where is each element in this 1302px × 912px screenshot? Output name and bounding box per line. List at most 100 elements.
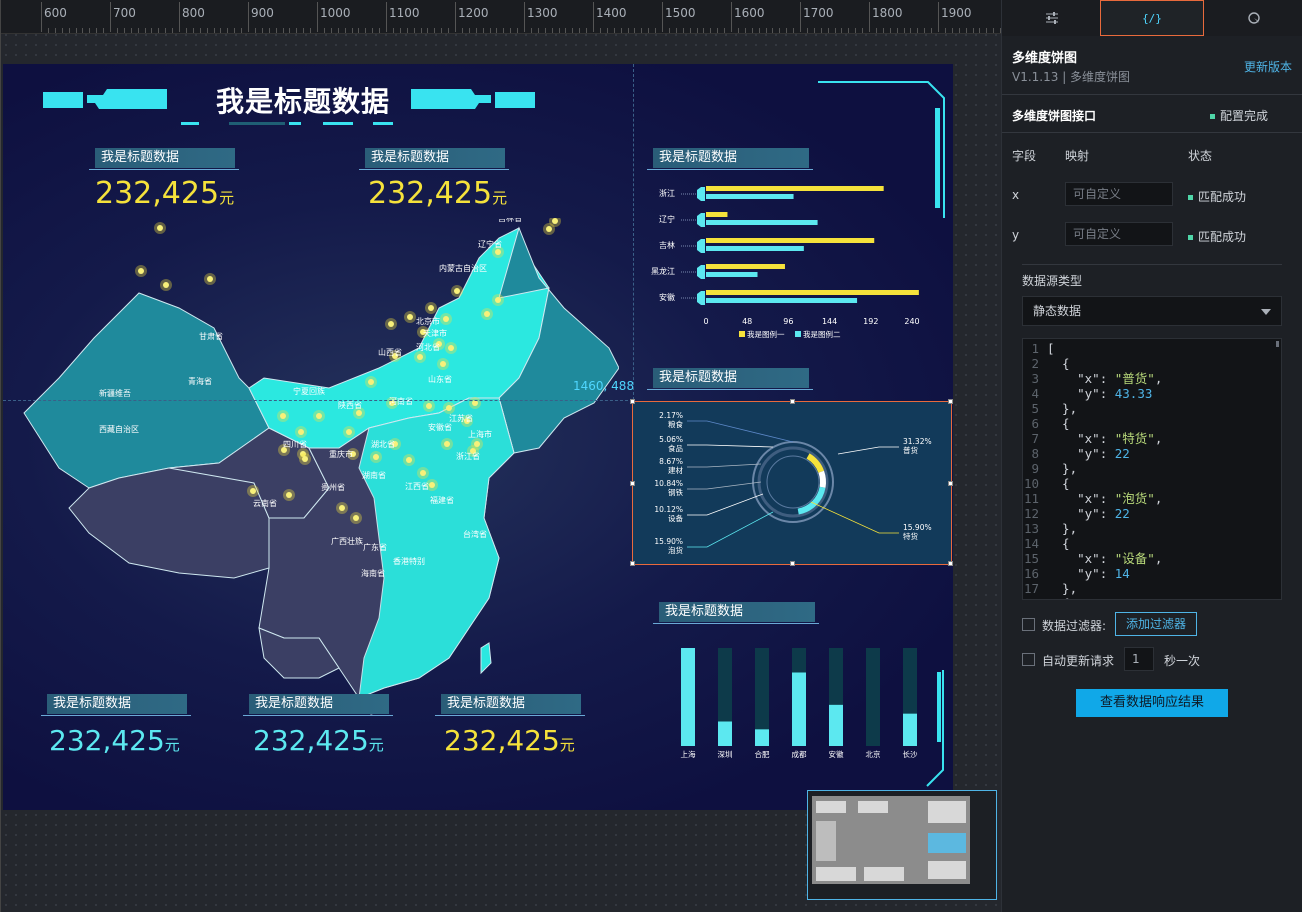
resize-handle-nw[interactable]	[630, 399, 635, 404]
auto-update-interval-input[interactable]: 1	[1124, 647, 1154, 671]
metric-unit: 元	[164, 736, 180, 754]
map-province-label: 山东省	[428, 374, 452, 384]
vertical-column-chart[interactable]: 上海 深圳 合肥 成都 安徽 北京 长沙	[663, 646, 933, 768]
ruler-minor-tick	[944, 28, 946, 33]
card-underline	[243, 715, 393, 716]
bar-category-marker	[697, 213, 705, 227]
map-province-label: 宁夏回族	[293, 386, 325, 396]
resize-handle-s[interactable]	[790, 561, 795, 566]
ruler-minor-tick	[565, 28, 567, 33]
map-province-label: 贵州省	[321, 482, 345, 492]
field-status-x: 匹配成功	[1188, 188, 1246, 205]
bar-series-2	[706, 272, 758, 277]
view-response-button[interactable]: 查看数据响应结果	[1076, 689, 1228, 717]
ruler-minor-tick	[475, 28, 477, 33]
source-type-value: 静态数据	[1033, 304, 1082, 318]
map-hotspot	[552, 218, 558, 224]
ruler-tick	[317, 2, 318, 32]
map-province-label: 江苏省	[449, 413, 473, 423]
resize-handle-n[interactable]	[790, 399, 795, 404]
metric-value: 232,425元	[49, 724, 180, 757]
code-line: 4 "y": 43.33	[1031, 386, 1153, 401]
resize-handle-e[interactable]	[948, 481, 953, 486]
code-line: 12 "y": 22	[1023, 506, 1130, 521]
ruler-minor-tick	[158, 28, 160, 33]
map-province-label: 福建省	[430, 495, 454, 505]
title-deco-right-2	[495, 92, 535, 108]
ruler-minor-tick	[958, 28, 960, 33]
source-type-select[interactable]: 静态数据	[1022, 296, 1282, 326]
map-hotspot	[373, 454, 379, 460]
metric-number: 232,425	[444, 724, 560, 757]
ruler-minor-tick	[323, 28, 325, 33]
field-map-input-y[interactable]: 可自定义	[1065, 222, 1173, 246]
ruler-label: 700	[113, 6, 136, 20]
json-code-editor[interactable]: 1[2 {3 "x": "普货", 4 "y": 43.33 5 }, 6 {7 "x…	[1022, 338, 1282, 600]
map-province-label: 重庆市	[329, 449, 353, 459]
auto-update-checkbox[interactable]	[1022, 653, 1035, 666]
pie-chart-title: 我是标题数据	[653, 368, 809, 388]
resize-handle-w[interactable]	[630, 481, 635, 486]
map-province-label: 浙江省	[456, 451, 480, 461]
tab-interaction[interactable]	[1204, 0, 1302, 36]
title-deco-bottom	[373, 122, 393, 125]
resize-handle-se[interactable]	[948, 561, 953, 566]
map-hotspot	[388, 321, 394, 327]
minimap[interactable]	[807, 790, 997, 900]
ruler-minor-tick	[61, 28, 63, 33]
ruler-minor-tick	[979, 28, 981, 33]
add-filter-button[interactable]: 添加过滤器	[1115, 612, 1198, 636]
map-province-label: 安徽省	[428, 422, 452, 432]
ruler-minor-tick	[689, 28, 691, 33]
map-hotspot	[163, 282, 169, 288]
ruler-minor-tick	[427, 28, 429, 33]
card-underline	[359, 169, 509, 170]
ruler-minor-tick	[96, 28, 98, 33]
ruler-minor-tick	[254, 28, 256, 33]
map-hotspot	[443, 316, 449, 322]
china-map[interactable]: 黑龙江省吉林省辽宁省内蒙古自治区新疆维吾甘肃省青海省西藏自治区宁夏回族山西省北京…	[19, 218, 619, 728]
ruler-minor-tick	[351, 28, 353, 33]
code-line: 9 },	[1031, 461, 1078, 476]
ruler-minor-tick	[986, 28, 988, 33]
card-underline	[653, 623, 819, 624]
map-hotspot	[286, 492, 292, 498]
horizontal-bar-chart[interactable]: 浙江辽宁吉林黑龙江安徽 0 48 96 144 192 240 我是图例一 我是图例二	[633, 172, 933, 342]
ruler-minor-tick	[696, 28, 698, 33]
ruler-minor-tick	[185, 28, 187, 33]
ruler-minor-tick	[710, 28, 712, 33]
resize-handle-ne[interactable]	[948, 399, 953, 404]
field-status-y: 匹配成功	[1188, 228, 1246, 245]
metric-number: 232,425	[95, 176, 220, 211]
selection-box[interactable]	[632, 401, 952, 565]
map-hotspot	[454, 288, 460, 294]
ruler-minor-tick	[261, 28, 263, 33]
map-hotspot	[368, 379, 374, 385]
column-category-label: 安徽	[829, 749, 844, 759]
ruler-minor-tick	[903, 28, 905, 33]
ruler-minor-tick	[496, 28, 498, 33]
map-hotspot	[316, 413, 322, 419]
resize-handle-sw[interactable]	[630, 561, 635, 566]
ruler-minor-tick	[441, 28, 443, 33]
map-province-label: 台湾省	[463, 529, 487, 539]
ruler-minor-tick	[972, 28, 974, 33]
tab-style[interactable]	[1002, 0, 1102, 36]
dashboard-screen[interactable]: 我是标题数据 我是标题数据 232,425元 我是标题数据 232,425元 黑…	[3, 64, 953, 810]
update-version-link[interactable]: 更新版本	[1244, 58, 1292, 75]
editor-canvas[interactable]: 600 700 800 900 1000 1100 1200 1300 1400 1500 1600…	[0, 0, 1001, 912]
map-hotspot	[406, 457, 412, 463]
minimap-block	[864, 867, 904, 881]
column-category-label: 成都	[792, 749, 807, 759]
ruler-minor-tick	[965, 28, 967, 33]
ruler-minor-tick	[675, 28, 677, 33]
ruler-minor-tick	[875, 28, 877, 33]
map-province-label: 新疆维吾	[99, 388, 131, 398]
map-province-label: 湖南省	[362, 470, 386, 480]
field-map-input-x[interactable]: 可自定义	[1065, 182, 1173, 206]
tab-data[interactable]: {/}	[1100, 0, 1204, 36]
ruler-minor-tick	[365, 28, 367, 33]
ruler-minor-tick	[103, 28, 105, 33]
code-line: 14 {	[1023, 536, 1070, 551]
data-filter-checkbox[interactable]	[1022, 618, 1035, 631]
